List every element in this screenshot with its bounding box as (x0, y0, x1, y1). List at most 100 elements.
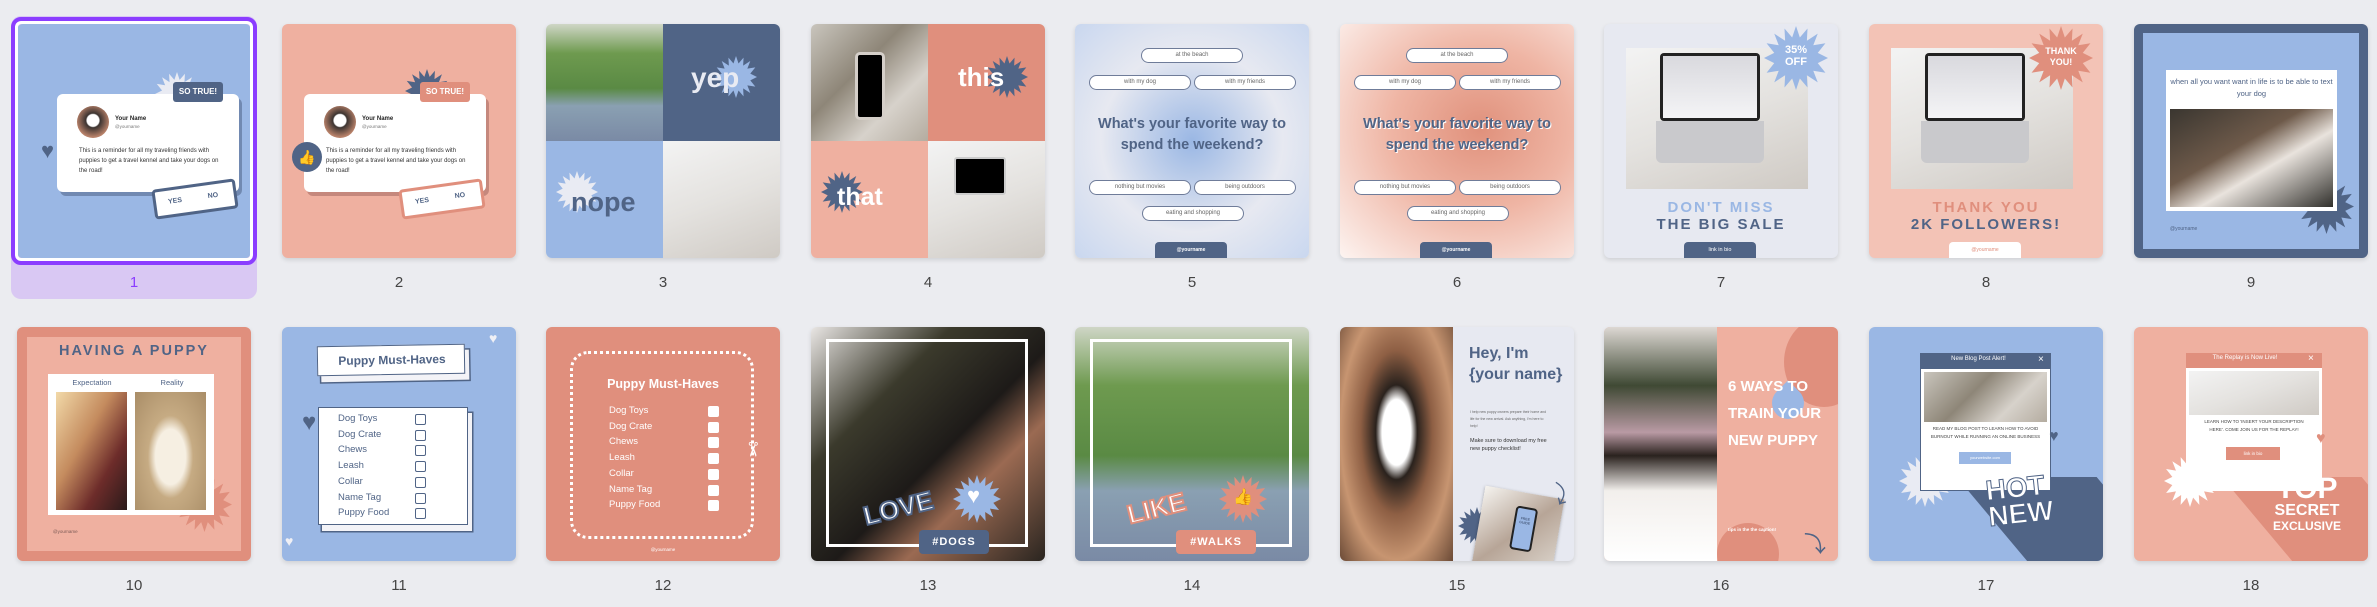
question-text: What's your favorite way to spend the we… (1098, 116, 1286, 153)
checklist-item: Dog Toys (609, 405, 649, 416)
page-thumbnail-grid: Your Name @yourname This is a reminder f… (0, 0, 2377, 607)
handle-text: @yourname (2170, 226, 2198, 232)
reality-label: Reality (160, 378, 184, 387)
close-icon: × (2308, 353, 2314, 364)
expectation-label: Expectation (72, 378, 112, 387)
meme-card: when all you want want in life is to be … (2166, 70, 2337, 211)
nope-panel: nope (546, 141, 663, 258)
thumbnail-preview[interactable]: ♥ LOVE #DOGS (811, 327, 1045, 561)
badge-line: YOU! (2049, 57, 2073, 67)
thumbnail-preview[interactable]: this that (811, 24, 1045, 258)
checklist-item: Collar (609, 467, 634, 479)
checkbox-icon (415, 429, 426, 441)
title-text: Puppy Must-Haves (338, 352, 446, 368)
page-number: 15 (1448, 577, 1466, 594)
checkbox-icon (415, 476, 426, 488)
laptop-keyboard (1921, 121, 2029, 163)
checkbox-icon (415, 508, 426, 520)
popup-title: New Blog Post Alert! (1951, 356, 2006, 362)
thumbnail-preview[interactable]: THANK YOU! THANK YOU 2K FOLLOWERS! @yourn… (1869, 24, 2103, 258)
yep-panel: yep (663, 24, 780, 141)
option-pill: nothing but movies (1354, 180, 1456, 195)
link-in-bio-button: link in bio (1684, 242, 1756, 258)
thumbnail-preview[interactable]: at the beach with my dog with my friends… (1340, 24, 1574, 258)
bio-text: I help new puppy owners prepare their ho… (1470, 410, 1547, 428)
page-number: 6 (1452, 274, 1462, 291)
title-line-1: THANK YOU (1932, 199, 2040, 216)
option-pill: at the beach (1406, 48, 1508, 63)
popup-window: The Replay is Now Live! × LEARN HOW TO '… (2186, 353, 2322, 491)
page-number: 3 (658, 274, 668, 291)
page-number: 16 (1712, 577, 1730, 594)
thumbnail-preview[interactable]: yep nope (546, 24, 780, 258)
checklist-item: Dog Crate (609, 420, 653, 432)
this-text: this (958, 62, 1005, 92)
thumbnail-preview[interactable]: The Replay is Now Live! × LEARN HOW TO '… (2134, 327, 2368, 561)
sticker-line: EXCLUSIVE (2272, 519, 2341, 533)
handle-text: @yourname (650, 547, 676, 552)
thumbnail-preview[interactable]: New Blog Post Alert! × READ MY BLOG POST… (1869, 327, 2103, 561)
checklist-item: Leash (609, 452, 635, 464)
checklist-item: Chews (338, 444, 368, 456)
comparison-card: Expectation Reality (48, 374, 214, 515)
selection-border (11, 17, 257, 265)
hashtag-badge: #DOGS (919, 530, 989, 554)
checklist-item: Puppy Food (338, 507, 390, 519)
heart-icon: ♥ (967, 483, 981, 508)
heart-icon: ♥ (302, 409, 317, 436)
heart-icon: ♥ (2049, 428, 2059, 445)
option-pill: eating and shopping (1407, 206, 1509, 221)
checklist-item: Chews (609, 436, 639, 448)
link-in-bio-button: link in bio (2226, 447, 2280, 460)
photo-expectation (56, 392, 127, 510)
popup-titlebar: The Replay is Now Live! × (2186, 353, 2322, 368)
subtitle-text: tips in the the caption! (1728, 527, 1776, 532)
photo-woman-dog (1340, 327, 1453, 561)
thumbs-up-icon: 👍 (1233, 489, 1253, 506)
page-number: 17 (1977, 577, 1995, 594)
page-number: 4 (923, 274, 933, 291)
thumbnail-preview[interactable]: Hey, I'm {your name} I help new puppy ow… (1340, 327, 1574, 561)
cta-text: Make sure to download my free new puppy … (1470, 438, 1547, 452)
page-number: 9 (2246, 274, 2256, 291)
thumbnail-preview[interactable]: at the beach with my dog with my friends… (1075, 24, 1309, 258)
checkbox-icon (415, 461, 426, 473)
thank-you-badge: THANK YOU! (2033, 46, 2089, 68)
thumbnail-preview[interactable]: ♥ ♥ Puppy Must-Haves ♥ Dog Toys Dog Crate… (282, 327, 516, 561)
yep-text: yep (691, 62, 740, 93)
laptop-screen (954, 157, 1006, 195)
checkbox-icon (708, 453, 719, 465)
hashtag-badge: #WALKS (1176, 530, 1256, 554)
title-line-2: THE BIG SALE (1656, 216, 1786, 233)
thumbnail-preview[interactable]: 6 WAYS TO TRAIN YOUR NEW PUPPY tips in t… (1604, 327, 1838, 561)
thumbnail-preview[interactable]: 35% OFF DON'T MISS THE BIG SALE link in b… (1604, 24, 1838, 258)
checklist-item: Leash (338, 460, 364, 472)
sticker-line: NEW (1986, 494, 2056, 533)
tweet-name: Your Name (362, 116, 394, 122)
thumbnail-preview[interactable]: HAVING A PUPPY Expectation Reality @your… (17, 327, 251, 561)
page-number: 7 (1716, 274, 1726, 291)
checkbox-icon (415, 414, 426, 425)
thumbnail-preview[interactable]: when all you want want in life is to be … (2134, 24, 2368, 258)
that-panel: that (811, 141, 928, 258)
checklist-item: Name Tag (338, 491, 382, 503)
sticker-line: SECRET (2274, 502, 2340, 519)
badge-line: 35% (1784, 44, 1808, 56)
photo-woman-desk (663, 141, 780, 258)
checklist-item: Puppy Food (609, 499, 661, 511)
page-number: 14 (1183, 577, 1201, 594)
tweet-body: This is a reminder for all my traveling … (326, 148, 466, 174)
this-panel: this (928, 24, 1045, 141)
photo-phone-leash (811, 24, 928, 141)
thumbnail-preview[interactable]: 👍 LIKE #WALKS (1075, 327, 1309, 561)
page-number: 11 (391, 577, 407, 594)
thumbnail-preview[interactable]: Puppy Must-Haves ✂ Dog Toys Dog Crate Chew… (546, 327, 780, 561)
thumbnail-preview[interactable]: Your Name @yourname This is a reminder f… (282, 24, 516, 258)
title-text: HAVING A PUPPY (59, 343, 209, 359)
photo-woman-selfie-dog (2170, 109, 2333, 207)
checkbox-icon (708, 421, 719, 433)
page-number: 1 (129, 274, 139, 291)
option-pill: being outdoors (1459, 180, 1561, 195)
page-number: 12 (654, 577, 672, 594)
checkbox-icon (708, 500, 719, 512)
